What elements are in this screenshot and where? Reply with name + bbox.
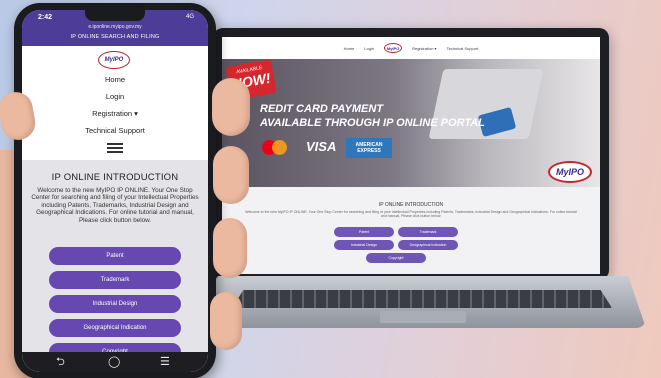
desktop-geographical-indication-button[interactable]: Geographical Indication (398, 240, 458, 250)
laptop-trackpad (380, 311, 466, 323)
patent-button[interactable]: Patent (49, 247, 181, 265)
desktop-intro-title: IP ONLINE INTRODUCTION (378, 202, 444, 208)
phone-system-navbar: ⮌ ◯ ☰ (22, 352, 208, 372)
visa-logo: VISA (306, 139, 337, 154)
desktop-copyright-button[interactable]: Copyright (366, 253, 426, 263)
mobile-nav-registration[interactable]: Registration ▾ (22, 109, 208, 118)
geographical-indication-button[interactable]: Geographical Indication (49, 319, 181, 337)
desktop-intro-text: Welcome to the new MyIPO IP ONLINE. Your… (245, 210, 577, 218)
banner-headline-2: AVAILABLE THROUGH IP ONLINE PORTAL (260, 117, 485, 129)
desktop-nav-login[interactable]: Login (364, 46, 374, 51)
desktop-industrial-design-button[interactable]: Industrial Design (334, 240, 394, 250)
mobile-nav-support[interactable]: Technical Support (22, 126, 208, 135)
mastercard-icon (262, 139, 288, 157)
desktop-navbar: Home Login MyIPO Registration ▾ Technica… (222, 37, 600, 59)
mobile-intro-title: IP ONLINE INTRODUCTION (51, 172, 179, 183)
mobile-nav-home[interactable]: Home (22, 75, 208, 84)
trademark-button[interactable]: Trademark (49, 271, 181, 289)
home-icon[interactable]: ◯ (108, 355, 120, 369)
banner-myipo-logo: MyIPO (548, 161, 592, 183)
phone-header: 2:42 4G e.iponline.myipo.gov.my IP ONLIN… (22, 10, 208, 46)
address-bar[interactable]: e.iponline.myipo.gov.my (22, 24, 208, 30)
laptop-screen: Home Login MyIPO Registration ▾ Technica… (222, 37, 600, 274)
finger-4 (210, 292, 242, 350)
mobile-logo[interactable]: MyIPO (98, 51, 130, 69)
finger-2 (213, 146, 249, 204)
status-network: 4G (185, 14, 194, 20)
finger-3 (213, 218, 247, 278)
desktop-nav-registration[interactable]: Registration ▾ (412, 46, 436, 51)
mobile-nav-login[interactable]: Login (22, 92, 208, 101)
recents-icon[interactable]: ☰ (160, 355, 170, 369)
desktop-trademark-button[interactable]: Trademark (398, 227, 458, 237)
mobile-intro-text: Welcome to the new MyIPO IP ONLINE. Your… (31, 187, 199, 224)
banner-headline-1: REDIT CARD PAYMENT (260, 103, 384, 115)
amex-logo: AMERICAN EXPRESS (346, 138, 392, 158)
laptop-keyboard (232, 290, 612, 308)
desktop-nav-support[interactable]: Technical Support (447, 46, 479, 51)
desktop-patent-button[interactable]: Patent (334, 227, 394, 237)
phone-notch (85, 10, 145, 21)
desktop-nav-home[interactable]: Home (344, 46, 355, 51)
back-icon[interactable]: ⮌ (56, 355, 65, 369)
promo-banner: AVAILABLE NOW! REDIT CARD PAYMENT AVAILA… (222, 59, 600, 187)
site-title: IP ONLINE SEARCH AND FILING (70, 34, 160, 40)
hamburger-icon[interactable] (107, 143, 123, 153)
phone-screen: 2:42 4G e.iponline.myipo.gov.my IP ONLIN… (22, 10, 208, 372)
industrial-design-button[interactable]: Industrial Design (49, 295, 181, 313)
status-time: 2:42 (38, 14, 53, 21)
finger-1 (212, 78, 250, 136)
desktop-logo[interactable]: MyIPO (384, 43, 403, 53)
